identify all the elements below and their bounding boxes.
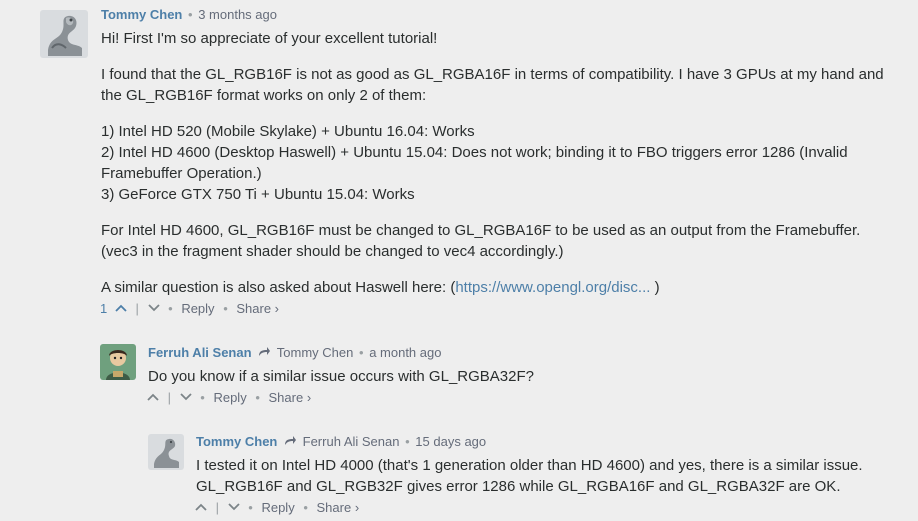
chevron-up-icon[interactable]: [195, 501, 207, 515]
comment-paragraph: 1) Intel HD 520 (Mobile Skylake) + Ubunt…: [101, 123, 475, 140]
separator: |: [135, 301, 139, 316]
upvote-count: 1: [100, 301, 108, 316]
timestamp[interactable]: 15 days ago: [415, 434, 486, 449]
chevron-down-icon[interactable]: [180, 391, 192, 405]
comment-paragraph: Hi! First I'm so appreciate of your exce…: [101, 30, 438, 47]
author-name[interactable]: Tommy Chen: [101, 7, 182, 22]
reply-to-name[interactable]: Ferruh Ali Senan: [303, 434, 400, 449]
separator: •: [223, 301, 228, 316]
comment-meta: Tommy Chen • 3 months ago: [101, 7, 277, 22]
comment-body: I tested it on Intel HD 4000 (that's 1 g…: [196, 455, 886, 497]
comment-paragraph: I found that the GL_RGB16F is not as goo…: [101, 66, 884, 104]
link-prefix: A similar question is also asked about H…: [101, 279, 456, 296]
reply-arrow-icon: [258, 345, 275, 360]
comment-paragraph: 3) GeForce GTX 750 Ti + Ubuntu 15.04: Wo…: [101, 186, 415, 203]
chevron-up-icon[interactable]: [147, 391, 159, 405]
meta-separator: •: [188, 7, 193, 22]
avatar[interactable]: [100, 344, 136, 380]
comment-meta: Tommy Chen Ferruh Ali Senan • 15 days ag…: [196, 434, 486, 449]
reply-button[interactable]: Reply: [213, 390, 246, 405]
comment-body: Hi! First I'm so appreciate of your exce…: [101, 28, 891, 298]
author-name[interactable]: Ferruh Ali Senan: [148, 345, 252, 360]
comment-body: Do you know if a similar issue occurs wi…: [148, 366, 888, 387]
comment-paragraph: A similar question is also asked about H…: [101, 277, 891, 298]
separator: |: [167, 390, 172, 405]
comment-footer: | • Reply • Share ›: [195, 500, 359, 515]
meta-separator: •: [405, 434, 410, 449]
timestamp[interactable]: 3 months ago: [198, 7, 277, 22]
chevron-down-icon[interactable]: [228, 501, 240, 515]
share-button[interactable]: Share ›: [269, 390, 312, 405]
external-link[interactable]: https://www.opengl.org/disc...: [455, 279, 650, 296]
chevron-down-icon[interactable]: [147, 302, 160, 316]
reply-button[interactable]: Reply: [261, 500, 294, 515]
avatar[interactable]: [148, 434, 184, 470]
avatar[interactable]: [40, 10, 88, 58]
separator: •: [303, 500, 308, 515]
separator: |: [215, 500, 220, 515]
reply-button[interactable]: Reply: [181, 301, 214, 316]
comment-paragraph: I tested it on Intel HD 4000 (that's 1 g…: [196, 457, 863, 495]
comment-footer: 1 | • Reply • Share ›: [100, 301, 279, 316]
share-button[interactable]: Share ›: [236, 301, 279, 316]
author-name[interactable]: Tommy Chen: [196, 434, 277, 449]
separator: •: [255, 390, 260, 405]
separator: •: [248, 500, 253, 515]
reply-arrow-icon: [284, 434, 301, 449]
timestamp[interactable]: a month ago: [369, 345, 441, 360]
separator: •: [168, 301, 173, 316]
comment-footer: | • Reply • Share ›: [147, 390, 311, 405]
reply-to-name[interactable]: Tommy Chen: [277, 345, 354, 360]
share-button[interactable]: Share ›: [317, 500, 360, 515]
comment-paragraph: Do you know if a similar issue occurs wi…: [148, 368, 534, 385]
meta-separator: •: [359, 345, 364, 360]
comment-meta: Ferruh Ali Senan Tommy Chen • a month ag…: [148, 345, 441, 360]
separator: •: [200, 390, 205, 405]
comment-paragraph: 2) Intel HD 4600 (Desktop Haswell) + Ubu…: [101, 144, 848, 182]
link-suffix: ): [650, 279, 660, 296]
comment-paragraph: For Intel HD 4600, GL_RGB16F must be cha…: [101, 222, 861, 260]
chevron-up-icon[interactable]: [115, 301, 127, 316]
